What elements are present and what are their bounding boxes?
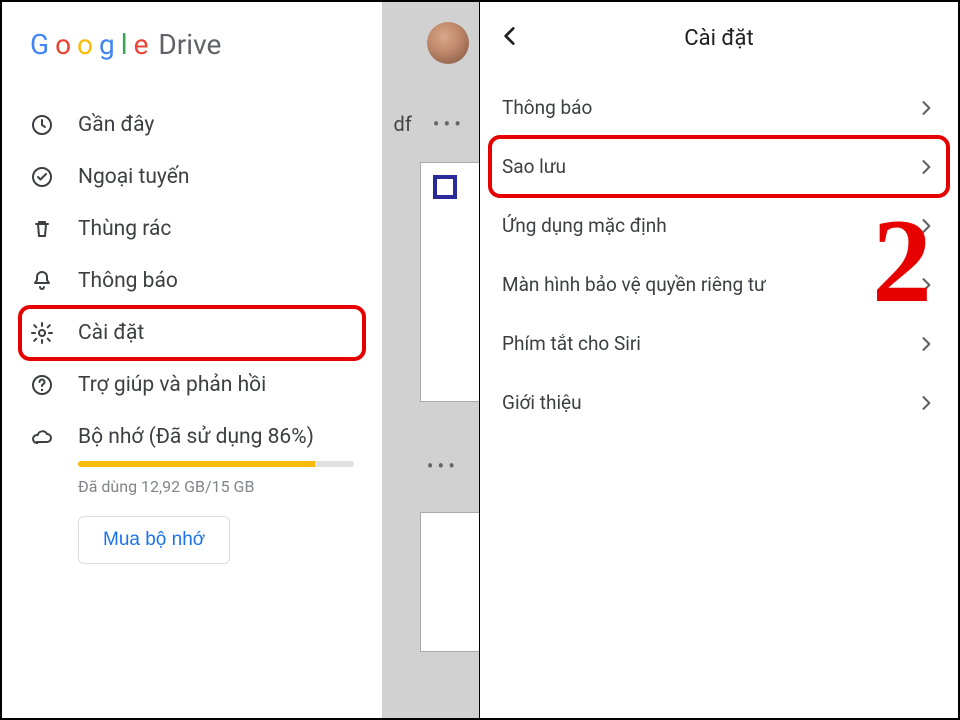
- cloud-icon: [30, 425, 54, 449]
- file-row-fragment: df •••: [394, 112, 465, 136]
- trash-icon: [30, 217, 54, 241]
- settings-item-about[interactable]: Giới thiệu: [490, 373, 948, 432]
- sidebar-item-label: Ngoại tuyến: [78, 165, 189, 189]
- storage-bar-fill: [78, 461, 315, 467]
- chevron-right-icon: [916, 157, 936, 177]
- more-icon[interactable]: •••: [427, 454, 459, 478]
- brand-logo: Google Drive: [2, 2, 382, 71]
- sidebar-item-recent[interactable]: Gần đây: [20, 99, 364, 151]
- back-button[interactable]: [496, 22, 524, 50]
- clock-icon: [30, 113, 54, 137]
- sidebar-item-label: Gần đây: [78, 113, 154, 137]
- step-1-panel: Google Drive Gần đây Ngoại tuyến: [2, 2, 479, 718]
- settings-item-notifications[interactable]: Thông báo: [490, 78, 948, 137]
- sidebar-item-notifications[interactable]: Thông báo: [20, 255, 364, 307]
- logo-letter: o: [77, 28, 93, 61]
- logo-letter: o: [55, 28, 71, 61]
- logo-letter: g: [99, 28, 115, 61]
- settings-item-label: Phím tắt cho Siri: [502, 332, 641, 355]
- chevron-right-icon: [916, 98, 936, 118]
- settings-item-backup[interactable]: Sao lưu: [490, 137, 948, 196]
- drive-sidebar: Google Drive Gần đây Ngoại tuyến: [2, 2, 382, 718]
- storage-subtext: Đã dùng 12,92 GB/15 GB: [78, 477, 354, 496]
- bell-icon: [30, 269, 54, 293]
- tutorial-canvas: Google Drive Gần đây Ngoại tuyến: [0, 0, 960, 720]
- storage-bar: [78, 461, 354, 467]
- sidebar-item-label: Trợ giúp và phản hồi: [78, 373, 266, 397]
- sidebar-item-label: Cài đặt: [78, 321, 144, 345]
- sidebar-item-settings[interactable]: Cài đặt: [20, 307, 364, 359]
- sidebar-menu: Gần đây Ngoại tuyến Thùng rác: [2, 71, 382, 564]
- backdrop-underlay: df ••• •••: [382, 2, 479, 718]
- sidebar-item-offline[interactable]: Ngoại tuyến: [20, 151, 364, 203]
- settings-item-label: Sao lưu: [502, 155, 566, 178]
- settings-header: Cài đặt: [480, 2, 958, 66]
- storage-label: Bộ nhớ (Đã sử dụng 86%): [78, 425, 314, 449]
- logo-letter: l: [121, 28, 128, 61]
- file-thumbnail: [420, 162, 480, 402]
- offline-icon: [30, 165, 54, 189]
- settings-item-label: Thông báo: [502, 96, 592, 119]
- logo-letter: e: [134, 28, 149, 61]
- sidebar-item-label: Thông báo: [78, 269, 178, 293]
- sidebar-item-help[interactable]: Trợ giúp và phản hồi: [20, 359, 364, 411]
- avatar[interactable]: [427, 22, 469, 64]
- chevron-right-icon: [916, 393, 936, 413]
- more-icon[interactable]: •••: [433, 112, 465, 136]
- sidebar-item-label: Thùng rác: [78, 217, 171, 241]
- chevron-right-icon: [916, 334, 936, 354]
- page-title: Cài đặt: [684, 26, 753, 51]
- logo-product-name: Drive: [158, 28, 221, 61]
- settings-item-label: Ứng dụng mặc định: [502, 214, 667, 237]
- gear-icon: [30, 321, 54, 345]
- file-thumbnail: [420, 512, 480, 652]
- file-extension-fragment: df: [394, 112, 412, 136]
- buy-storage-button[interactable]: Mua bộ nhớ: [78, 516, 230, 564]
- storage-section: Bộ nhớ (Đã sử dụng 86%) Đã dùng 12,92 GB…: [20, 411, 364, 564]
- settings-item-label: Màn hình bảo vệ quyền riêng tư: [502, 273, 766, 296]
- help-icon: [30, 373, 54, 397]
- annotation-step-2: 2: [872, 192, 932, 330]
- logo-letter: G: [30, 28, 49, 61]
- sidebar-item-trash[interactable]: Thùng rác: [20, 203, 364, 255]
- settings-item-label: Giới thiệu: [502, 391, 582, 414]
- step-2-panel: Cài đặt Thông báo Sao lưu Ứng dụng mặc đ…: [479, 2, 958, 718]
